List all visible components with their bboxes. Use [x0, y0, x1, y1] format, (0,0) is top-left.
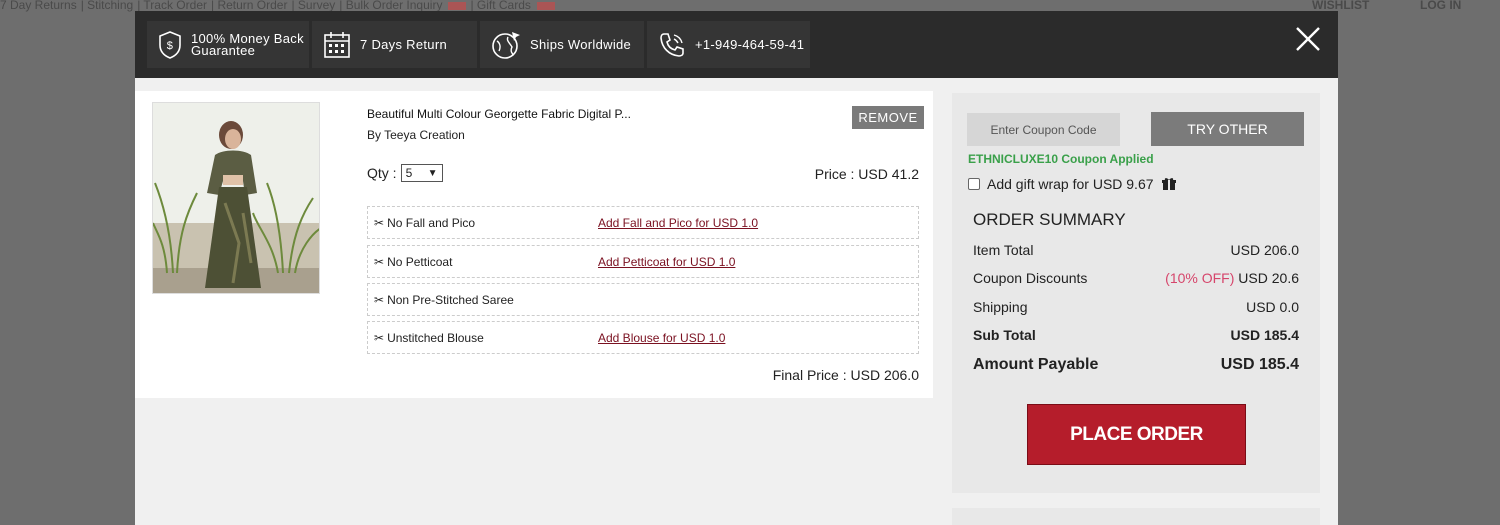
bg-login: LOG IN [1420, 0, 1462, 12]
coupon-input[interactable]: Enter Coupon Code [967, 113, 1120, 146]
new-badge [448, 1, 467, 10]
phone-icon [660, 32, 684, 57]
feature-money-line2: Guarantee [191, 42, 256, 58]
coupon-discount-value: USD 20.6 [1238, 270, 1299, 286]
shipping-value: USD 0.0 [1246, 299, 1299, 315]
modal-header: $ 100% Money Back Guarantee 7 Days Return… [135, 11, 1338, 78]
try-other-button[interactable]: TRY OTHER [1151, 112, 1304, 146]
calendar-icon [324, 31, 350, 58]
gift-wrap-checkbox[interactable] [968, 178, 980, 190]
bg-link-returns: 7 Day Returns [0, 0, 77, 12]
cart-item-panel: Beautiful Multi Colour Georgette Fabric … [135, 91, 933, 398]
feature-shipping-label: Ships Worldwide [530, 36, 632, 52]
qty-select[interactable]: 5 ▼ [400, 164, 443, 182]
amount-payable-row: Amount Payable USD 185.4 [973, 356, 1299, 374]
order-summary-title: ORDER SUMMARY [973, 210, 1126, 229]
scissors-icon: ✂ [374, 292, 385, 307]
product-name[interactable]: Beautiful Multi Colour Georgette Fabric … [367, 107, 631, 121]
feature-phone: +1-949-464-59-41 [647, 21, 810, 68]
final-price: Final Price : USD 206.0 [772, 367, 919, 383]
shipping-label: Shipping [973, 299, 1028, 315]
subtotal-value: USD 185.4 [1230, 327, 1299, 343]
option-row: ✂ No Fall and Pico Add Fall and Pico for… [367, 206, 919, 239]
option-label: Unstitched Blouse [387, 330, 484, 345]
amount-payable-label: Amount Payable [973, 356, 1099, 373]
shield-money-icon: $ [159, 30, 181, 59]
cart-modal: $ 100% Money Back Guarantee 7 Days Return… [135, 11, 1338, 525]
scissors-icon: ✂ [374, 215, 385, 230]
feature-money-back: $ 100% Money Back Guarantee [147, 21, 309, 68]
feature-returns: 7 Days Return [312, 21, 477, 68]
bg-link-stitching: Stitching [87, 0, 134, 12]
unit-price: Price : USD 41.2 [814, 166, 919, 182]
feature-returns-label: 7 Days Return [360, 36, 447, 52]
coupon-discount-row: Coupon Discounts (10% OFF) USD 20.6 [973, 270, 1299, 286]
qty-value: 5 [405, 166, 413, 180]
item-total-value: USD 206.0 [1230, 242, 1299, 258]
feature-shipping: Ships Worldwide [480, 21, 644, 68]
scissors-icon: ✂ [374, 254, 385, 269]
option-label: Non Pre-Stitched Saree [387, 292, 514, 307]
option-row: ✂ No Petticoat Add Petticoat for USD 1.0 [367, 245, 919, 278]
qty-control: Qty : 5 ▼ [367, 164, 443, 182]
summary-panel-lower [952, 508, 1320, 525]
gift-icon [1161, 178, 1176, 190]
globe-plane-icon [492, 31, 520, 59]
qty-label: Qty : [367, 165, 397, 181]
product-seller: By Teeya Creation [367, 128, 465, 142]
shipping-row: Shipping USD 0.0 [973, 299, 1299, 315]
coupon-discount-label: Coupon Discounts [973, 270, 1088, 286]
add-fall-pico-link[interactable]: Add Fall and Pico for USD 1.0 [598, 216, 758, 230]
place-order-button[interactable]: PLACE ORDER [1027, 404, 1246, 465]
add-petticoat-link[interactable]: Add Petticoat for USD 1.0 [598, 255, 735, 269]
option-row: ✂ Non Pre-Stitched Saree [367, 283, 919, 316]
option-label: No Fall and Pico [387, 215, 476, 230]
order-summary-panel: Enter Coupon Code TRY OTHER ETHNICLUXE10… [952, 93, 1320, 493]
scissors-icon: ✂ [374, 330, 385, 345]
close-icon[interactable] [1294, 25, 1322, 53]
subtotal-label: Sub Total [973, 327, 1036, 343]
gift-wrap-option[interactable]: Add gift wrap for USD 9.67 [968, 176, 1176, 192]
feature-phone-label[interactable]: +1-949-464-59-41 [695, 38, 804, 51]
option-label: No Petticoat [387, 254, 453, 269]
remove-button[interactable]: REMOVE [852, 106, 924, 129]
add-blouse-link[interactable]: Add Blouse for USD 1.0 [598, 331, 725, 345]
chevron-down-icon: ▼ [427, 167, 438, 179]
gift-wrap-label: Add gift wrap for USD 9.67 [987, 176, 1154, 192]
item-total-row: Item Total USD 206.0 [973, 242, 1299, 258]
product-image[interactable] [152, 102, 320, 294]
svg-text:$: $ [167, 40, 173, 52]
new-badge [536, 1, 555, 10]
discount-percent: (10% OFF) [1165, 270, 1235, 286]
coupon-applied-text: ETHNICLUXE10 Coupon Applied [968, 152, 1154, 166]
subtotal-row: Sub Total USD 185.4 [973, 327, 1299, 343]
amount-payable-value: USD 185.4 [1220, 356, 1299, 373]
item-total-label: Item Total [973, 242, 1034, 258]
option-row: ✂ Unstitched Blouse Add Blouse for USD 1… [367, 321, 919, 354]
